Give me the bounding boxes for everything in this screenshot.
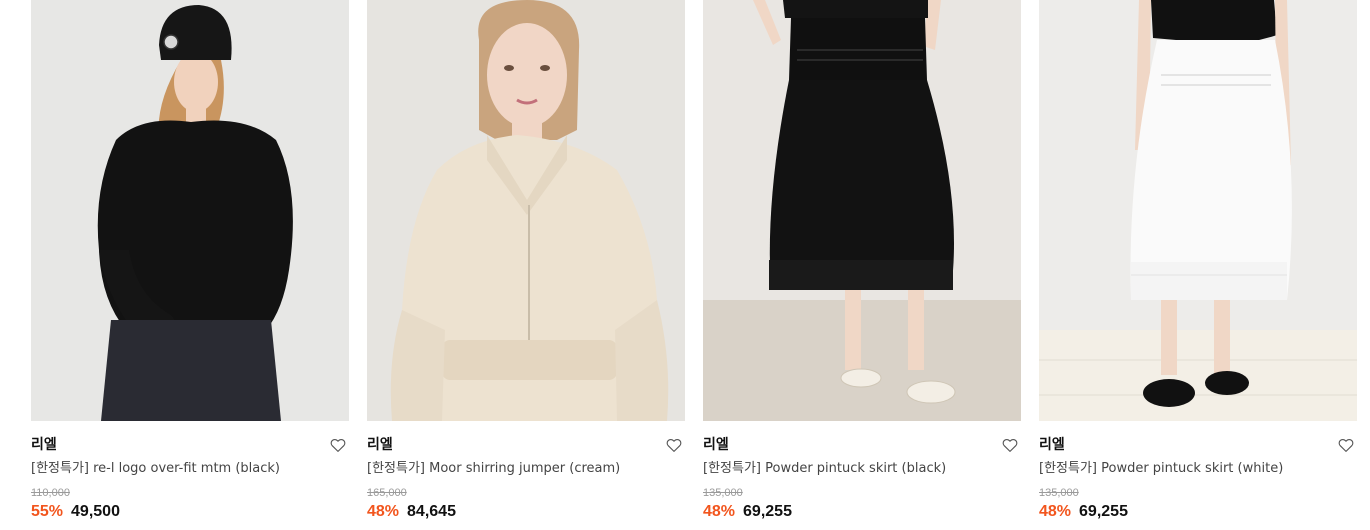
product-image[interactable] [31,0,349,421]
product-photo-cream-jumper [367,0,685,421]
product-card[interactable]: 리엘 [한정특가] Moor shirring jumper (cream) 1… [367,0,685,530]
brand-name[interactable]: 리엘 [1039,436,1065,454]
heart-outline-icon[interactable] [1337,436,1355,454]
product-name[interactable]: [한정특가] re-l logo over-fit mtm (black) [31,460,349,477]
heart-outline-icon[interactable] [329,436,347,454]
original-price: 135,000 [1039,487,1079,499]
product-name[interactable]: [한정특가] Powder pintuck skirt (black) [703,460,1021,477]
product-name[interactable]: [한정특가] Moor shirring jumper (cream) [367,460,685,477]
heart-outline-icon-svg [330,438,346,452]
product-card[interactable]: 리엘 [한정특가] Powder pintuck skirt (black) 1… [703,0,1021,530]
price-row: 48% 69,255 [1039,502,1128,522]
sale-price: 69,255 [743,503,792,520]
discount-rate: 55% [31,503,64,520]
sale-price: 69,255 [1079,503,1128,520]
original-price: 165,000 [367,487,407,499]
original-price: 110,000 [31,487,70,499]
heart-outline-icon-svg [1002,438,1018,452]
product-image[interactable] [703,0,1021,421]
brand-row: 리엘 [367,436,685,454]
brand-name[interactable]: 리엘 [367,436,393,454]
product-photo-black-sweatshirt [31,0,349,421]
product-photo-black-skirt [703,0,1021,421]
brand-name[interactable]: 리엘 [703,436,729,454]
discount-rate: 48% [703,503,736,520]
product-image[interactable] [1039,0,1357,421]
price-row: 48% 84,645 [367,502,456,522]
product-card[interactable]: 리엘 [한정특가] Powder pintuck skirt (white) 1… [1039,0,1357,530]
heart-outline-icon-svg [1338,438,1354,452]
product-image[interactable] [367,0,685,421]
brand-row: 리엘 [31,436,349,454]
product-card[interactable]: 리엘 [한정특가] re-l logo over-fit mtm (black)… [31,0,349,530]
sale-price: 84,645 [407,503,456,520]
heart-outline-icon[interactable] [665,436,683,454]
brand-name[interactable]: 리엘 [31,436,57,454]
heart-outline-icon-svg [666,438,682,452]
brand-row: 리엘 [703,436,1021,454]
discount-rate: 48% [1039,503,1072,520]
original-price: 135,000 [703,487,743,499]
heart-outline-icon[interactable] [1001,436,1019,454]
product-name[interactable]: [한정특가] Powder pintuck skirt (white) [1039,460,1357,477]
product-photo-white-skirt [1039,0,1357,421]
brand-row: 리엘 [1039,436,1357,454]
discount-rate: 48% [367,503,400,520]
price-row: 48% 69,255 [703,502,792,522]
price-row: 55% 49,500 [31,502,120,522]
sale-price: 49,500 [71,503,120,520]
product-grid: 리엘 [한정특가] re-l logo over-fit mtm (black)… [0,0,1370,530]
